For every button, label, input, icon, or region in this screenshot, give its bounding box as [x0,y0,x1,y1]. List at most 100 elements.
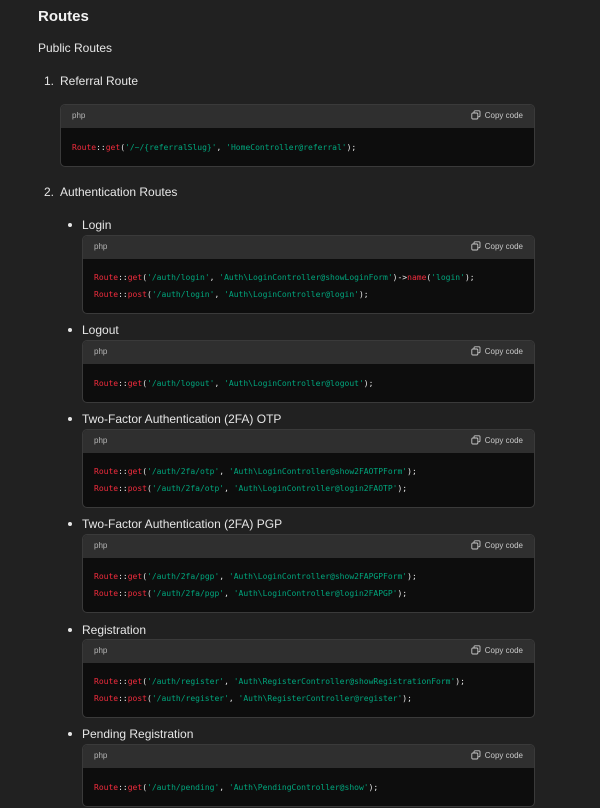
code-token: , [219,572,229,581]
code-line: Route::post('/auth/2fa/pgp', 'Auth\Login… [94,585,523,602]
bullet-icon [68,417,72,421]
bullet-label: Pending Registration [82,727,194,741]
code-token: get [127,273,143,282]
code-line: Route::get('/~/{referralSlug}', 'HomeCon… [72,139,523,156]
code-token: ); [402,694,412,703]
bullet-label: Logout [82,323,119,337]
code-block-header: php Copy code [83,430,534,453]
code-token: get [127,379,143,388]
code-line: Route::post('/auth/register', 'Auth\Regi… [94,690,523,707]
code-token: Route [94,572,119,581]
code-token: 'Auth\LoginController@login2FAOTP' [233,484,398,493]
code-token: , [224,484,234,493]
code-language-label: php [94,436,108,445]
copy-icon [471,346,481,356]
code-token: get [127,572,143,581]
copy-code-label: Copy code [484,346,523,356]
code-content: Route::get('/auth/2fa/otp', 'Auth\LoginC… [83,453,534,497]
bullet-icon [68,628,72,632]
code-token: ); [455,677,465,686]
code-token: Route [94,589,119,598]
code-token: , [224,677,234,686]
code-language-label: php [72,111,86,120]
ordered-item-number: 2. [44,185,55,199]
code-language-label: php [94,347,108,356]
copy-icon [471,241,481,251]
code-token: '/auth/2fa/pgp' [151,589,225,598]
code-block-2fa-otp: php Copy code Route::get('/auth/2fa/otp'… [82,429,535,508]
bullet-label: Two-Factor Authentication (2FA) PGP [82,517,283,531]
copy-icon [471,110,481,120]
code-token: post [127,694,147,703]
code-token: Route [94,379,119,388]
code-block-registration: php Copy code Route::get('/auth/register… [82,639,535,718]
bullet-icon [68,732,72,736]
code-token: ); [363,379,374,388]
code-token: post [127,290,147,299]
code-block-login: php Copy code Route::get('/auth/login', … [82,235,535,314]
code-block-header: php Copy code [83,236,534,259]
copy-code-button[interactable]: Copy code [471,241,523,251]
code-content: Route::get('/auth/2fa/pgp', 'Auth\LoginC… [83,558,534,602]
code-content: Route::get('/~/{referralSlug}', 'HomeCon… [61,128,534,156]
code-token: post [127,589,147,598]
copy-code-label: Copy code [484,110,523,120]
copy-code-button[interactable]: Copy code [471,435,523,445]
code-line: Route::get('/auth/pending', 'Auth\Pendin… [94,779,523,796]
code-token: ); [397,589,408,598]
code-token: , [216,143,227,152]
code-token: :: [118,572,128,581]
code-token: 'Auth\RegisterController@register' [238,694,403,703]
code-token: ); [346,143,357,152]
code-token: :: [96,143,106,152]
ordered-item-number: 1. [44,74,55,88]
code-token: )-> [392,273,408,282]
code-token: :: [118,290,128,299]
code-token: , [219,467,229,476]
code-block-logout: php Copy code Route::get('/auth/logout',… [82,340,535,403]
code-token: '/auth/register' [151,694,229,703]
code-token: get [127,783,143,792]
code-token: get [105,143,121,152]
code-language-label: php [94,242,108,251]
copy-code-button[interactable]: Copy code [471,645,523,655]
code-token: :: [118,467,128,476]
code-token: , [209,273,220,282]
ordered-item-label: Referral Route [60,74,139,88]
code-token: '/auth/pending' [147,783,220,792]
copy-code-button[interactable]: Copy code [471,750,523,760]
code-token: Route [94,290,119,299]
code-token: :: [118,677,128,686]
code-line: Route::get('/auth/logout', 'Auth\LoginCo… [94,375,523,392]
copy-code-button[interactable]: Copy code [471,110,523,120]
code-token: Route [94,783,119,792]
code-block-header: php Copy code [83,640,534,663]
code-language-label: php [94,751,108,760]
code-content: Route::get('/auth/logout', 'Auth\LoginCo… [83,364,534,392]
code-token: 'Auth\LoginController@showLoginForm' [219,273,393,282]
code-token: '/auth/2fa/otp' [151,484,225,493]
code-token: 'HomeController@referral' [226,143,347,152]
copy-icon [471,435,481,445]
code-token: Route [94,467,119,476]
code-token: 'login' [431,273,465,282]
copy-icon [471,540,481,550]
code-token: ); [407,572,417,581]
code-block-header: php Copy code [83,341,534,364]
bullet-icon [68,223,72,227]
bullet-label: Login [82,218,112,232]
code-block-header: php Copy code [83,745,534,768]
copy-code-label: Copy code [484,645,523,655]
code-token: Route [94,273,119,282]
code-token: Route [94,484,119,493]
code-token: :: [118,379,128,388]
code-line: Route::get('/auth/2fa/otp', 'Auth\LoginC… [94,463,523,480]
code-token: , [214,290,225,299]
code-token: ); [407,467,417,476]
copy-code-button[interactable]: Copy code [471,540,523,550]
code-token: get [127,467,143,476]
code-token: 'Auth\LoginController@login' [224,290,359,299]
bullet-label: Two-Factor Authentication (2FA) OTP [82,412,282,426]
copy-code-button[interactable]: Copy code [471,346,523,356]
code-token: , [224,589,234,598]
